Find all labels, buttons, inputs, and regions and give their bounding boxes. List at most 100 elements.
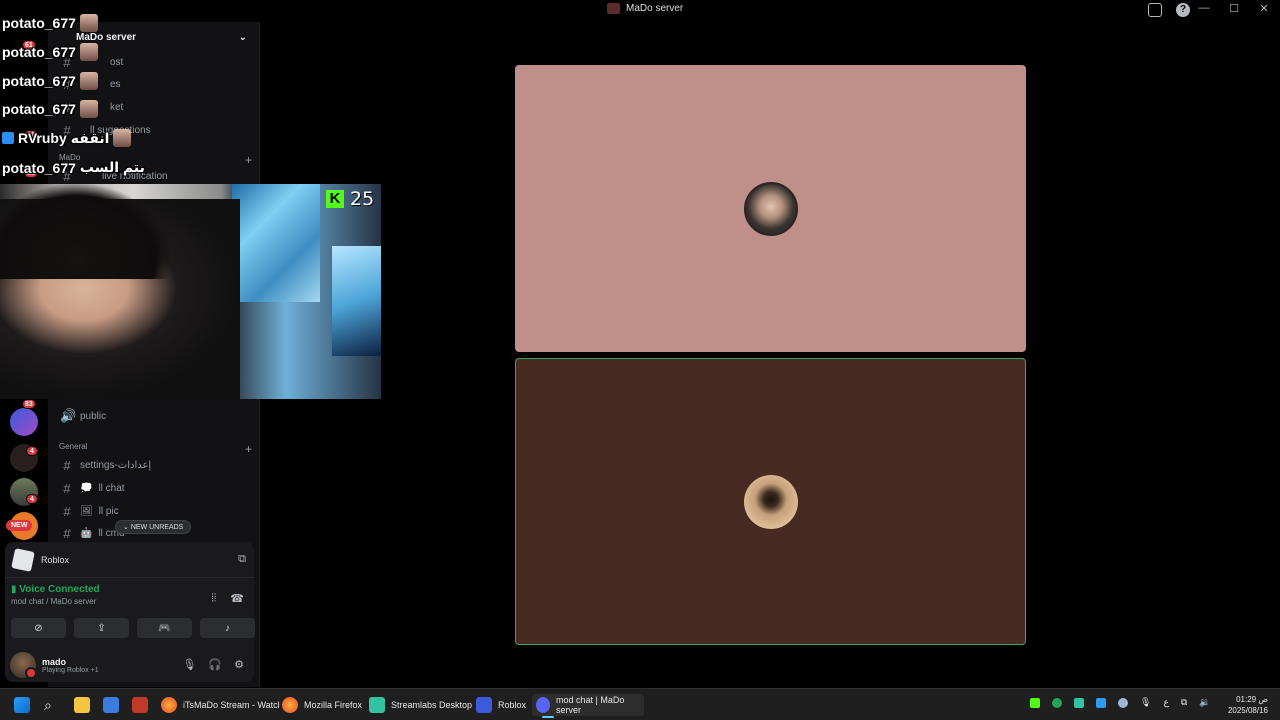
user-area[interactable]: mado Playing Roblox +1 🎙 🎧 ⚙: [10, 650, 250, 680]
category-label: General: [59, 442, 88, 451]
app-icon: [132, 697, 148, 713]
streamlabs-icon: [369, 697, 385, 713]
hash-icon: #: [63, 503, 71, 519]
voice-controls: ⦙⦙ ☎: [211, 592, 244, 605]
voice-connected-label[interactable]: ▮ Voice Connected: [11, 584, 100, 595]
tray-icon[interactable]: [1052, 697, 1062, 708]
category-general[interactable]: General +: [56, 442, 252, 456]
guild-badge: 68: [24, 168, 38, 178]
screen-share-button[interactable]: ⇪: [74, 618, 129, 638]
soundboard-button[interactable]: ♪: [200, 618, 255, 638]
language-indicator[interactable]: ع: [1163, 697, 1168, 708]
channel-item[interactable]: # ket: [56, 97, 252, 117]
channel-label: settings-إعدادات: [80, 459, 152, 471]
server-header[interactable]: MaDo server ⌄: [48, 22, 259, 52]
guild-badge: 83: [22, 399, 36, 409]
taskbar: ⌕ iTsMaDo Stream - Watcl Mozilla Firefox…: [0, 688, 1280, 720]
guild-icon[interactable]: [10, 408, 38, 436]
start-button[interactable]: [10, 694, 34, 716]
headphones-icon[interactable]: 🎧: [208, 658, 222, 671]
new-pill[interactable]: NEW: [6, 520, 33, 531]
participant-tile-speaking[interactable]: [515, 358, 1026, 645]
avatar[interactable]: [10, 652, 37, 679]
channel-item[interactable]: # ll suggestions: [56, 120, 252, 140]
chevron-down-icon: ⌄: [238, 31, 247, 43]
image-icon: 🖼: [80, 505, 93, 517]
activity-row: Roblox ⧉: [5, 542, 254, 578]
hash-icon: #: [63, 457, 71, 473]
app-button[interactable]: [128, 694, 152, 716]
streamer-hair: [0, 184, 170, 279]
activities-button[interactable]: 🎮: [137, 618, 192, 638]
voice-location[interactable]: mod chat / MaDo server: [11, 597, 100, 606]
gear-icon[interactable]: ⚙: [234, 658, 244, 671]
activity-buttons: ⊘ ⇪ 🎮 ♪: [11, 618, 255, 638]
network-icon[interactable]: ⧉: [1181, 697, 1187, 708]
search-button[interactable]: ⌕: [40, 694, 56, 716]
store-icon: [103, 697, 119, 713]
chat-bubble-icon: 💭: [80, 482, 93, 494]
channel-label: es: [110, 78, 121, 90]
clock[interactable]: 01:29 ص 2025/08/16: [1228, 694, 1268, 716]
user-controls: 🎙 🎧 ⚙: [182, 658, 244, 671]
taskbar-item[interactable]: iTsMaDo Stream - Watcl: [157, 694, 284, 716]
minimize-button[interactable]: —: [1196, 2, 1212, 15]
noise-suppression-icon[interactable]: ⦙⦙: [211, 592, 216, 605]
store-button[interactable]: [99, 694, 123, 716]
inbox-icon[interactable]: [1148, 3, 1162, 17]
channel-label: public: [80, 410, 107, 422]
participant-avatar: [743, 181, 798, 236]
firefox-icon: [161, 697, 177, 713]
plus-icon[interactable]: +: [245, 442, 252, 456]
channel-item[interactable]: # es: [56, 74, 252, 94]
folder-icon: [74, 697, 90, 713]
hash-icon: #: [63, 525, 71, 541]
guild-badge: 4: [26, 446, 38, 456]
new-unreads-label: NEW UNREADS: [130, 524, 184, 531]
camera-off-icon: ⊘: [34, 622, 43, 634]
hash-icon: #: [63, 168, 71, 184]
channel-item[interactable]: # settings-إعدادات: [56, 455, 252, 475]
hash-icon: #: [63, 480, 71, 496]
channel-item[interactable]: # 💭 ll chat: [56, 478, 252, 498]
channel-label: ll suggestions: [90, 124, 151, 136]
plus-icon[interactable]: +: [245, 153, 252, 167]
channel-item[interactable]: # live notification: [56, 166, 252, 186]
tray-icon[interactable]: [1096, 697, 1106, 708]
roblox-icon: [476, 697, 492, 713]
speaker-icon: 🔊: [60, 408, 77, 423]
steam-icon[interactable]: [1118, 697, 1128, 708]
taskbar-item[interactable]: Streamlabs Desktop: [365, 694, 476, 716]
screen-share-icon[interactable]: ⧉: [238, 553, 246, 566]
user-info: mado Playing Roblox +1: [42, 657, 99, 674]
channel-label: ket: [110, 101, 124, 113]
microphone-icon[interactable]: 🎙: [1140, 697, 1151, 708]
close-button[interactable]: ✕: [1256, 2, 1272, 15]
clock-time: 01:29 ص: [1236, 695, 1268, 704]
search-icon: ⌕: [44, 696, 52, 713]
camera-button[interactable]: ⊘: [11, 618, 66, 638]
taskbar-label: iTsMaDo Stream - Watcl: [183, 700, 280, 710]
tray-icon[interactable]: [1074, 697, 1084, 708]
user-status: Playing Roblox +1: [42, 666, 99, 674]
tray-icon[interactable]: [1030, 697, 1040, 708]
discord-icon: [536, 697, 551, 713]
taskbar-item-active[interactable]: mod chat | MaDo server: [532, 694, 644, 718]
taskbar-item[interactable]: Roblox: [472, 694, 530, 716]
microphone-icon[interactable]: 🎙: [182, 658, 196, 671]
category-mado[interactable]: MaDo +: [56, 153, 252, 167]
maximize-button[interactable]: ☐: [1226, 2, 1242, 15]
participant-tile[interactable]: [515, 65, 1026, 352]
voice-channel-public[interactable]: 🔊 public: [56, 406, 252, 426]
volume-icon[interactable]: 🔉: [1199, 697, 1210, 708]
disconnect-icon[interactable]: ☎: [230, 592, 244, 605]
help-icon[interactable]: ?: [1176, 3, 1190, 17]
file-explorer-button[interactable]: [70, 694, 94, 716]
hash-icon: #: [63, 99, 71, 115]
channel-item[interactable]: # 🖼 ll pic: [56, 501, 252, 521]
roblox-icon: [11, 547, 35, 572]
participant-avatar: [743, 474, 798, 529]
channel-item[interactable]: # ost: [56, 52, 252, 72]
new-unreads-pill[interactable]: ⌄ NEW UNREADS: [115, 520, 192, 534]
taskbar-item[interactable]: Mozilla Firefox: [278, 694, 366, 716]
